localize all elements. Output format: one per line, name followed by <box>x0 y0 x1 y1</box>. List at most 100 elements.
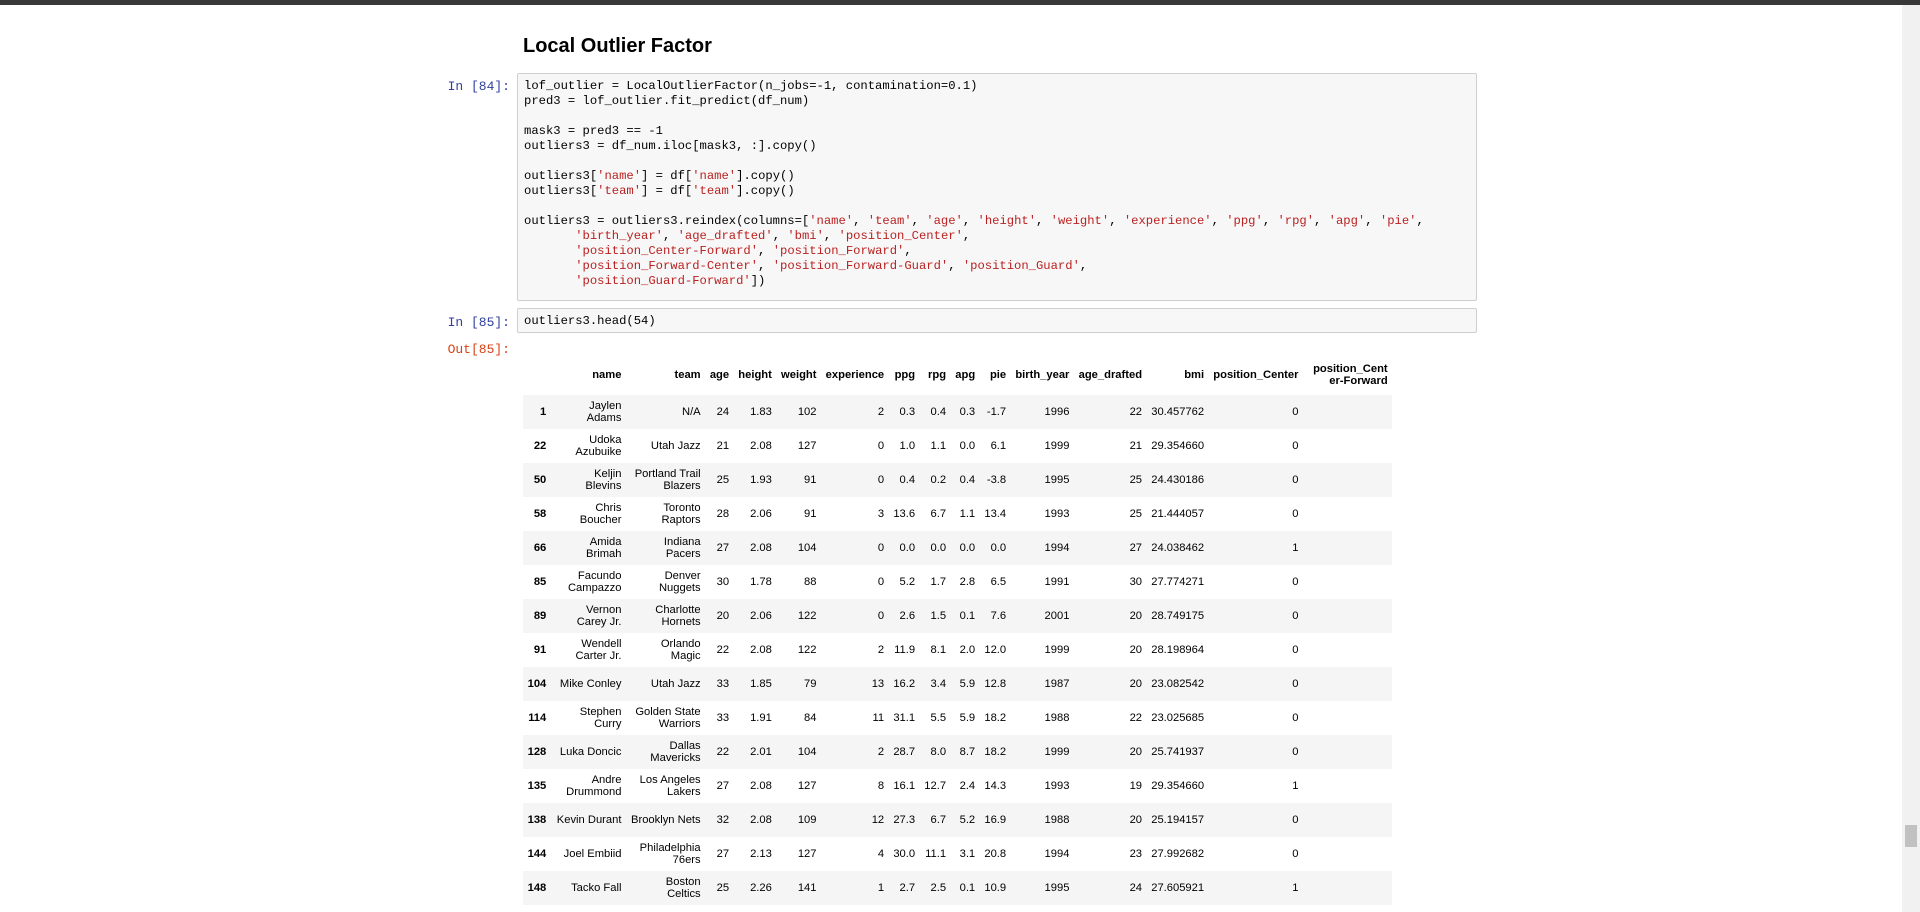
table-cell: 1.93 <box>750 474 772 486</box>
table-row: Cristiano <box>523 905 1392 912</box>
vertical-scrollbar[interactable] <box>1902 5 1920 912</box>
table-cell: 30.0 <box>893 848 916 860</box>
table-cell: 2.5 <box>930 882 947 894</box>
column-header: height <box>738 369 772 381</box>
table-cell: 32 <box>716 814 730 826</box>
table-cell: 6.5 <box>990 576 1007 588</box>
code-editor-85[interactable]: outliers3.head(54) <box>518 309 1476 333</box>
table-cell: 0.4 <box>959 474 976 486</box>
row-index: 50 <box>533 474 547 486</box>
table-cell: 1.85 <box>750 678 772 690</box>
table-cell: 2.6 <box>899 610 916 622</box>
row-index: 128 <box>527 746 547 758</box>
table-cell: 2.7 <box>899 882 916 894</box>
table-cell: Keljin Blevins <box>585 468 622 492</box>
table-cell: Los Angeles Lakers <box>639 774 701 798</box>
table-cell: 20 <box>1129 644 1143 656</box>
table-cell: 1.0 <box>899 440 916 452</box>
code-cell-85[interactable]: outliers3.head(54) <box>517 308 1477 333</box>
scrollbar-thumb[interactable] <box>1905 825 1917 847</box>
table-cell: 2.26 <box>750 882 772 894</box>
column-header: pie <box>989 369 1007 381</box>
table-cell: 2.08 <box>750 814 772 826</box>
table-cell: 21 <box>1129 440 1143 452</box>
table-cell: Vernon Carey Jr. <box>576 604 622 628</box>
table-cell: 2.08 <box>750 644 772 656</box>
table-cell <box>1303 701 1392 735</box>
table-cell: Kevin Durant <box>556 814 622 826</box>
table-cell <box>1303 871 1392 905</box>
row-index: 91 <box>533 644 547 656</box>
table-cell: 127 <box>797 780 817 792</box>
table-cell <box>1209 905 1303 912</box>
table-cell: 88 <box>804 576 817 588</box>
table-cell: 0.1 <box>959 882 976 894</box>
table-cell: Boston Celtics <box>665 876 701 900</box>
table-cell: 27.992682 <box>1151 848 1205 860</box>
code-line: outliers3 = outliers3.reindex(columns=['… <box>524 214 1424 228</box>
table-cell: 1.78 <box>750 576 772 588</box>
column-header: age <box>709 369 730 381</box>
table-cell: 23 <box>1129 848 1143 860</box>
table-cell <box>920 905 951 912</box>
table-cell <box>1303 395 1392 429</box>
table-cell: 1999 <box>1044 746 1070 758</box>
table-cell: 0 <box>877 576 885 588</box>
column-header: birth_year <box>1015 369 1070 381</box>
table-cell: 11.9 <box>894 644 916 656</box>
table-cell: 27.774271 <box>1151 576 1205 588</box>
table-cell: 2 <box>877 746 885 758</box>
table-cell: 25.194157 <box>1151 814 1205 826</box>
table-cell: 84 <box>804 712 817 724</box>
table-cell: 6.1 <box>990 440 1007 452</box>
table-cell: 8.7 <box>959 746 976 758</box>
table-cell: 27.605921 <box>1151 882 1205 894</box>
table-row: 91 Wendell Carter Jr. Orlando Magic 22 2.08 1… <box>523 633 1392 667</box>
table-cell: 91 <box>804 508 817 520</box>
code-line: outliers3['name'] = df['name'].copy() <box>524 169 795 183</box>
column-header: name <box>592 369 622 381</box>
table-cell: 1994 <box>1044 848 1070 860</box>
table-cell: 14.3 <box>984 780 1007 792</box>
table-cell: 2.13 <box>750 848 772 860</box>
code-editor-84[interactable]: lof_outlier = LocalOutlierFactor(n_jobs=… <box>518 74 1476 293</box>
table-cell: 1 <box>877 882 885 894</box>
table-row: 138 Kevin Durant Brooklyn Nets 32 2.08 109 12 2… <box>523 803 1393 837</box>
code-line: 'position_Guard-Forward']) <box>575 274 766 288</box>
table-cell: 0 <box>1292 508 1299 520</box>
code-line: pred3 = lof_outlier.fit_predict(df_num) <box>524 94 810 108</box>
table-body: 1 Jaylen Adams N/A 24 1.83 102 2 0.3 0.4 0.3 -1.7 1… <box>523 395 1393 912</box>
table-row: 128 Luka Doncic Dallas Mavericks 22 2.01 104 2… <box>523 735 1393 769</box>
table-cell: 0.1 <box>959 610 976 622</box>
table-cell: Philadelphia 76ers <box>639 842 701 866</box>
code-line: 'birth_year', 'age_drafted', 'bmi', 'pos… <box>575 229 971 243</box>
table-cell: 1988 <box>1044 814 1070 826</box>
table-cell: 7.6 <box>990 610 1007 622</box>
table-cell: 18.2 <box>984 746 1007 758</box>
table-cell <box>1303 769 1392 803</box>
table-cell: 20 <box>716 610 730 622</box>
code-line: mask3 = pred3 == -1 <box>524 124 663 138</box>
table-cell <box>980 905 1011 912</box>
table-cell: 22 <box>716 644 730 656</box>
table-cell: 33 <box>716 678 730 690</box>
code-cell-84[interactable]: lof_outlier = LocalOutlierFactor(n_jobs=… <box>517 73 1477 301</box>
table-cell: 27 <box>716 780 730 792</box>
table-cell <box>1303 803 1392 837</box>
table-cell <box>889 905 920 912</box>
row-index <box>523 905 551 912</box>
table-cell: Utah Jazz <box>650 440 701 452</box>
table-cell: 12.7 <box>924 780 947 792</box>
table-row: 50 Keljin Blevins Portland Trail Blazers 25… <box>523 463 1393 497</box>
table-cell: 18.2 <box>984 712 1007 724</box>
table-cell: 0 <box>1292 406 1299 418</box>
table-cell: 122 <box>797 644 817 656</box>
table-cell: 5.2 <box>959 814 976 826</box>
output-prompt-85: Out[85]: <box>447 342 510 357</box>
column-header: ppg <box>894 369 916 381</box>
table-cell: 25.741937 <box>1151 746 1205 758</box>
table-cell: 1.7 <box>930 576 947 588</box>
table-cell: 3 <box>877 508 885 520</box>
table-cell: 79 <box>804 678 817 690</box>
